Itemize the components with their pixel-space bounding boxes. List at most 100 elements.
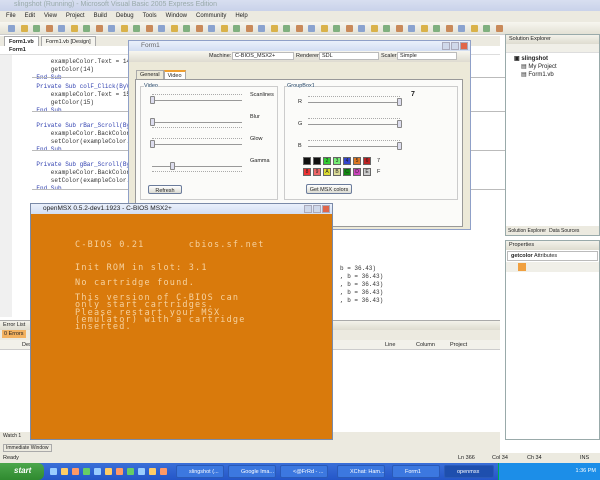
quick-launch-icon[interactable] xyxy=(127,468,134,475)
toolbar-button-icon[interactable] xyxy=(70,25,78,32)
toolbar-button-icon[interactable] xyxy=(470,25,478,32)
quick-launch-icon[interactable] xyxy=(72,468,79,475)
toolbar-button-icon[interactable] xyxy=(183,25,190,32)
properties-object-select[interactable]: getcolor Attributes xyxy=(507,251,598,261)
toolbar-button-icon[interactable] xyxy=(195,25,203,32)
color-swatch[interactable] xyxy=(303,157,311,165)
slider-g[interactable] xyxy=(397,120,402,128)
alphabetical-icon[interactable] xyxy=(518,263,526,271)
color-swatch[interactable]: C xyxy=(343,168,351,176)
col-line[interactable]: Line xyxy=(385,342,395,348)
taskbar-item[interactable]: <@FrRd - ... xyxy=(280,465,328,478)
tab-form1-vb[interactable]: Form1.vb xyxy=(4,36,39,46)
taskbar-item[interactable]: Google Ima... xyxy=(228,465,276,478)
slider-gamma[interactable] xyxy=(169,162,175,170)
toolbar-button-icon[interactable] xyxy=(95,25,103,32)
taskbar-item[interactable]: slingshot (... xyxy=(176,465,224,478)
toolbar-button-icon[interactable] xyxy=(83,25,90,32)
tree-my-project[interactable]: ▤ My Project xyxy=(514,63,599,71)
toolbar-button-icon[interactable] xyxy=(408,25,415,32)
quick-launch-icon[interactable] xyxy=(149,468,156,475)
toolbar-button-icon[interactable] xyxy=(358,25,365,32)
toolbar-button-icon[interactable] xyxy=(345,25,353,32)
color-swatch[interactable] xyxy=(313,157,321,165)
color-swatch[interactable]: 6 xyxy=(363,157,371,165)
tree-project[interactable]: ▣ slingshot xyxy=(514,55,599,63)
toolbar-button-icon[interactable] xyxy=(320,25,328,32)
tab-watch[interactable]: Watch 1 xyxy=(3,433,21,439)
slider-b[interactable] xyxy=(397,142,402,150)
color-swatch[interactable]: D xyxy=(353,168,361,176)
close-button[interactable] xyxy=(460,42,468,50)
machine-select[interactable]: C-BIOS_MSX2+ xyxy=(232,52,294,60)
color-swatch[interactable]: 4 xyxy=(343,157,351,165)
scaler-select[interactable]: Simple xyxy=(397,52,457,60)
toolbar-button-icon[interactable] xyxy=(383,25,390,32)
menu-tools[interactable]: Tools xyxy=(143,13,157,22)
menu-build[interactable]: Build xyxy=(94,13,107,22)
toolbar-button-icon[interactable] xyxy=(433,25,440,32)
toolbar-button-icon[interactable] xyxy=(133,25,140,32)
toolbar-button-icon[interactable] xyxy=(283,25,290,32)
toolbar-button-icon[interactable] xyxy=(158,25,165,32)
taskbar-item[interactable]: XChat: Ham... xyxy=(337,465,385,478)
toolbar-button-icon[interactable] xyxy=(420,25,428,32)
menu-community[interactable]: Community xyxy=(196,13,226,22)
tree-form1[interactable]: ▤ Form1.vb xyxy=(514,71,599,79)
col-project[interactable]: Project xyxy=(450,342,467,348)
toolbar-button-icon[interactable] xyxy=(33,25,40,32)
color-swatch[interactable]: B xyxy=(333,168,341,176)
toolbar-button-icon[interactable] xyxy=(295,25,303,32)
color-swatch[interactable]: 5 xyxy=(353,157,361,165)
slider-blur[interactable] xyxy=(150,118,155,126)
color-swatch[interactable]: 2 xyxy=(323,157,331,165)
tab-immediate-window[interactable]: Immediate Window xyxy=(3,444,52,452)
refresh-button[interactable]: Refresh xyxy=(148,185,182,194)
quick-launch-icon[interactable] xyxy=(116,468,123,475)
toolbar-button-icon[interactable] xyxy=(20,25,28,32)
maximize-button[interactable] xyxy=(313,205,321,213)
tab-data-sources[interactable]: Data Sources xyxy=(549,228,579,234)
toolbar-button-icon[interactable] xyxy=(58,25,65,32)
tab-solution-explorer[interactable]: Solution Explorer xyxy=(508,228,546,234)
maximize-button[interactable] xyxy=(451,42,459,50)
quick-launch-icon[interactable] xyxy=(61,468,68,475)
toolbar-button-icon[interactable] xyxy=(120,25,128,32)
taskbar-item[interactable]: Form1 xyxy=(392,465,440,478)
color-swatch[interactable]: 8 xyxy=(303,168,311,176)
toolbar-button-icon[interactable] xyxy=(270,25,278,32)
quick-launch-icon[interactable] xyxy=(138,468,145,475)
menu-help[interactable]: Help xyxy=(235,13,247,22)
taskbar-item[interactable]: openmsx xyxy=(444,465,494,478)
errors-filter-button[interactable]: 0 Errors xyxy=(2,330,26,338)
toolbar-button-icon[interactable] xyxy=(495,25,503,32)
toolbar-button-icon[interactable] xyxy=(220,25,228,32)
minimize-button[interactable] xyxy=(442,42,450,50)
slider-glow[interactable] xyxy=(150,140,155,148)
renderer-select[interactable]: SDL xyxy=(319,52,379,60)
quick-launch-icon[interactable] xyxy=(105,468,112,475)
get-msx-colors-button[interactable]: Get MSX colors xyxy=(306,184,352,194)
quick-launch-icon[interactable] xyxy=(160,468,167,475)
quick-launch-icon[interactable] xyxy=(94,468,101,475)
menu-debug[interactable]: Debug xyxy=(116,13,134,22)
toolbar-button-icon[interactable] xyxy=(208,25,215,32)
color-swatch[interactable]: 9 xyxy=(313,168,321,176)
toolbar-button-icon[interactable] xyxy=(8,25,15,32)
menu-view[interactable]: View xyxy=(44,13,57,22)
menu-project[interactable]: Project xyxy=(66,13,85,22)
toolbar-button-icon[interactable] xyxy=(258,25,265,32)
close-button[interactable] xyxy=(322,205,330,213)
quick-launch-icon[interactable] xyxy=(50,468,57,475)
toolbar-button-icon[interactable] xyxy=(170,25,178,32)
toolbar-button-icon[interactable] xyxy=(483,25,490,32)
toolbar-button-icon[interactable] xyxy=(370,25,378,32)
tab-form1-design[interactable]: Form1.vb [Design] xyxy=(40,36,96,46)
toolbar-button-icon[interactable] xyxy=(233,25,240,32)
toolbar-button-icon[interactable] xyxy=(445,25,453,32)
toolbar-button-icon[interactable] xyxy=(395,25,403,32)
minimize-button[interactable] xyxy=(304,205,312,213)
menu-window[interactable]: Window xyxy=(166,13,187,22)
menu-edit[interactable]: Edit xyxy=(25,13,35,22)
toolbar-button-icon[interactable] xyxy=(308,25,315,32)
